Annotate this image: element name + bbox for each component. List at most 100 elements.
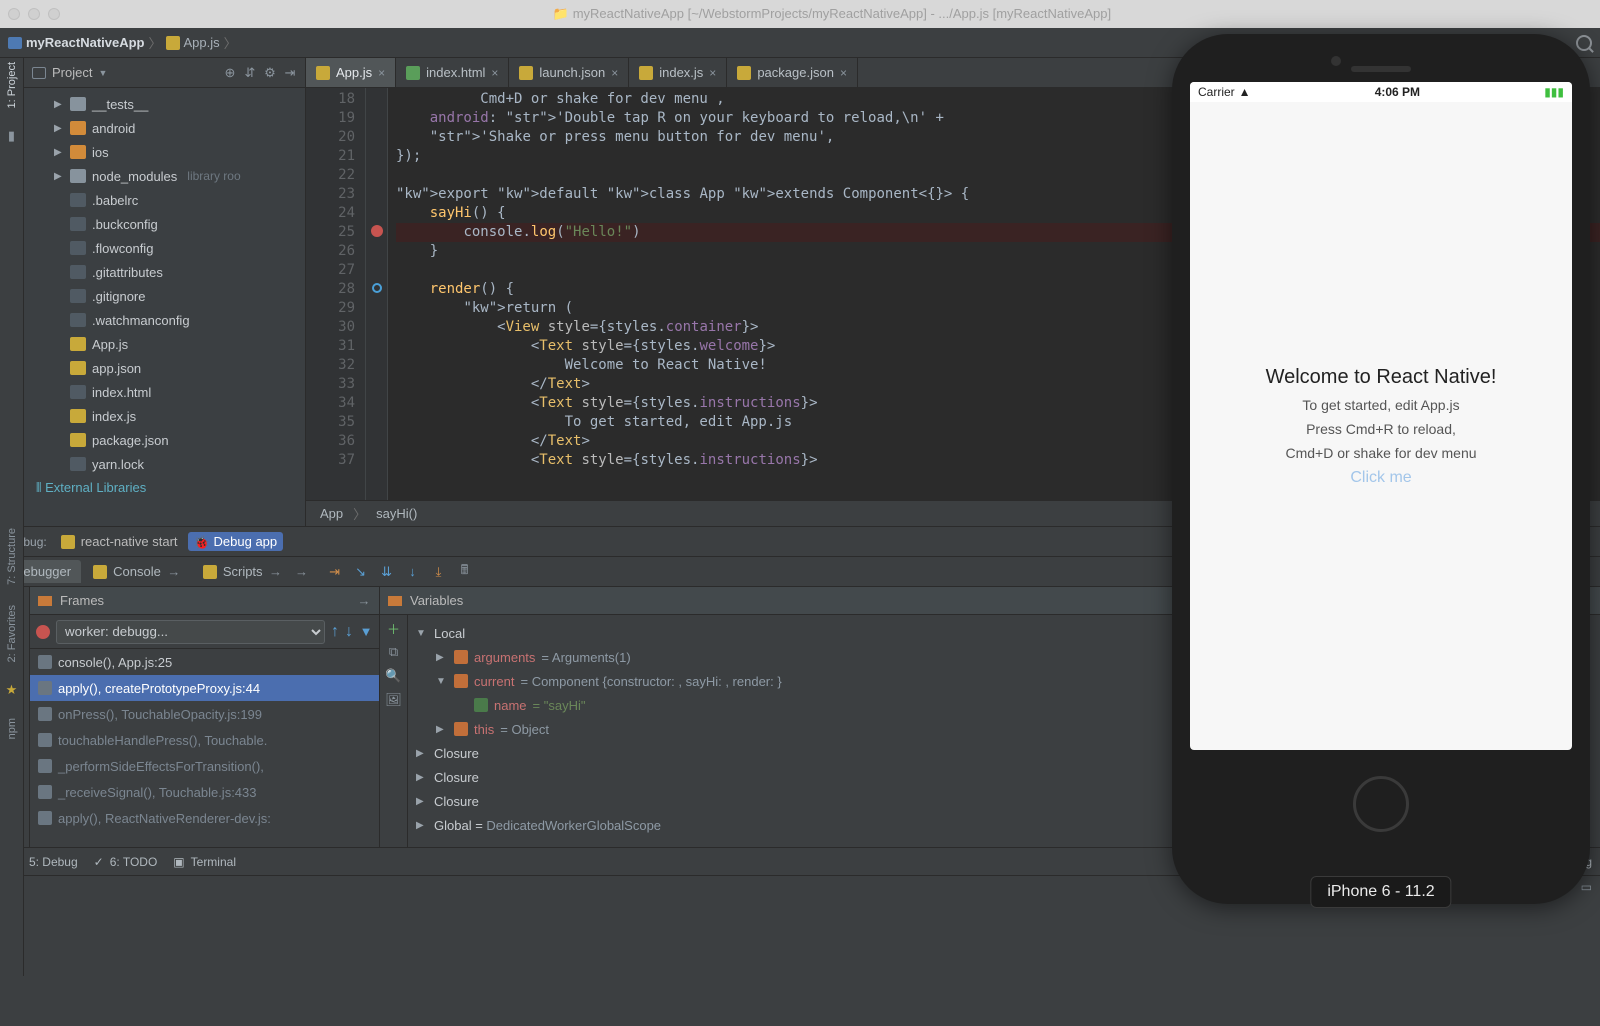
- var-name[interactable]: arguments: [474, 650, 535, 665]
- structure-tool-button[interactable]: 7: Structure: [6, 528, 18, 585]
- force-step-into-icon[interactable]: ⇊: [375, 560, 399, 584]
- editor-tab[interactable]: launch.json×: [509, 58, 629, 87]
- stack-frame[interactable]: apply(), ReactNativeRenderer-dev.js:: [30, 805, 379, 831]
- step-over-icon[interactable]: ⇥: [323, 560, 347, 584]
- external-libraries[interactable]: ⫴ External Libraries: [24, 476, 305, 500]
- tree-item[interactable]: ▶node_moduleslibrary roo: [24, 164, 305, 188]
- close-tab-icon[interactable]: ×: [709, 66, 716, 80]
- project-tree[interactable]: ▶__tests__▶android▶ios▶node_moduleslibra…: [24, 88, 305, 526]
- stack-frame[interactable]: console(), App.js:25: [30, 649, 379, 675]
- breadcrumb-project[interactable]: myReactNativeApp: [26, 35, 145, 50]
- scope-closure[interactable]: Closure: [434, 770, 479, 785]
- locate-icon[interactable]: ⊕: [223, 66, 237, 80]
- scope-closure[interactable]: Closure: [434, 746, 479, 761]
- expand-icon[interactable]: ▶: [54, 123, 64, 134]
- pin-icon[interactable]: →: [167, 565, 181, 579]
- stack-frame[interactable]: apply(), createPrototypeProxy.js:44: [30, 675, 379, 701]
- editor-tab[interactable]: index.html×: [396, 58, 509, 87]
- var-name[interactable]: current: [474, 674, 514, 689]
- favorites-tool-button[interactable]: 2: Favorites: [6, 605, 18, 662]
- stack-frame[interactable]: _performSideEffectsForTransition(),: [30, 753, 379, 779]
- stack-frame[interactable]: touchableHandlePress(), Touchable.: [30, 727, 379, 753]
- bookmark-icon[interactable]: ▮: [8, 128, 15, 144]
- minimize-window-button[interactable]: [28, 8, 40, 20]
- tree-item[interactable]: .babelrc: [24, 188, 305, 212]
- breakpoint-icon[interactable]: [371, 225, 383, 237]
- tree-item[interactable]: ▶android: [24, 116, 305, 140]
- scope-closure[interactable]: Closure: [434, 794, 479, 809]
- debug-tab[interactable]: Console →: [83, 560, 191, 583]
- screenshot-icon[interactable]: 🖼: [387, 693, 401, 707]
- tree-item[interactable]: .flowconfig: [24, 236, 305, 260]
- run-config[interactable]: react-native start: [55, 532, 184, 551]
- frames-list[interactable]: console(), App.js:25apply(), createProto…: [30, 649, 379, 847]
- tree-item[interactable]: .gitignore: [24, 284, 305, 308]
- breadcrumb-class[interactable]: App: [320, 506, 343, 521]
- override-icon[interactable]: [372, 283, 382, 293]
- project-view-label[interactable]: Project: [52, 65, 92, 80]
- add-watch-icon[interactable]: ＋: [387, 621, 401, 635]
- hide-icon[interactable]: ⇥: [283, 66, 297, 80]
- close-tab-icon[interactable]: ×: [491, 66, 498, 80]
- editor-tab[interactable]: App.js×: [306, 58, 396, 87]
- project-tool-button[interactable]: 1: Project: [6, 62, 18, 108]
- filter-icon[interactable]: ▼: [359, 625, 373, 639]
- search-icon[interactable]: [1576, 35, 1592, 51]
- home-button[interactable]: [1353, 776, 1409, 832]
- breadcrumb-method[interactable]: sayHi(): [376, 506, 417, 521]
- tree-item[interactable]: .gitattributes: [24, 260, 305, 284]
- tree-item[interactable]: index.html: [24, 380, 305, 404]
- next-frame-icon[interactable]: ↓: [345, 623, 353, 641]
- todo-tool-button[interactable]: ✓6: TODO: [94, 855, 158, 869]
- tree-item[interactable]: ▶ios: [24, 140, 305, 164]
- run-config[interactable]: 🐞Debug app: [188, 532, 284, 551]
- expand-icon[interactable]: ▶: [54, 171, 64, 182]
- scope-global[interactable]: Global = DedicatedWorkerGlobalScope: [434, 818, 661, 833]
- editor-gutter[interactable]: [366, 88, 388, 500]
- expand-icon[interactable]: ▶: [54, 147, 64, 158]
- tree-item[interactable]: yarn.lock: [24, 452, 305, 476]
- editor-tab[interactable]: index.js×: [629, 58, 727, 87]
- collapse-icon[interactable]: ⇵: [243, 66, 257, 80]
- tree-item[interactable]: ▶__tests__: [24, 92, 305, 116]
- zoom-window-button[interactable]: [48, 8, 60, 20]
- breadcrumb-file[interactable]: App.js: [184, 35, 220, 50]
- memory-indicator[interactable]: ▭: [1581, 880, 1592, 894]
- prev-frame-icon[interactable]: ↑: [331, 623, 339, 641]
- run-to-cursor-icon[interactable]: ⤓: [427, 560, 451, 584]
- pin-icon[interactable]: →: [269, 565, 283, 579]
- expand-icon[interactable]: ▶: [54, 99, 64, 110]
- evaluate-icon[interactable]: 🖩: [453, 560, 477, 584]
- thread-selector[interactable]: worker: debugg... ↑ ↓ ▼: [30, 615, 379, 649]
- tree-item[interactable]: app.json: [24, 356, 305, 380]
- var-name[interactable]: this: [474, 722, 494, 737]
- tree-item[interactable]: .buckconfig: [24, 212, 305, 236]
- close-window-button[interactable]: [8, 8, 20, 20]
- tree-item[interactable]: index.js: [24, 404, 305, 428]
- close-tab-icon[interactable]: ×: [840, 66, 847, 80]
- stack-frame[interactable]: onPress(), TouchableOpacity.js:199: [30, 701, 379, 727]
- scope-local[interactable]: Local: [434, 626, 465, 641]
- run-config-selector[interactable]: react-native start🐞Debug app: [55, 532, 283, 551]
- close-tab-icon[interactable]: ×: [378, 66, 385, 80]
- simulator-screen[interactable]: Carrier ▲ 4:06 PM ▮▮▮ Welcome to React N…: [1190, 82, 1572, 750]
- step-out-icon[interactable]: ↓: [401, 560, 425, 584]
- close-tab-icon[interactable]: ×: [611, 66, 618, 80]
- editor-tab[interactable]: package.json×: [727, 58, 858, 87]
- tree-item[interactable]: package.json: [24, 428, 305, 452]
- terminal-tool-button[interactable]: ▣Terminal: [173, 855, 236, 869]
- copy-icon[interactable]: ⧉: [387, 645, 401, 659]
- var-name[interactable]: name: [494, 698, 527, 713]
- gear-icon[interactable]: ⚙: [263, 66, 277, 80]
- npm-tool-button[interactable]: npm: [6, 718, 18, 739]
- step-into-icon[interactable]: ↘: [349, 560, 373, 584]
- breadcrumb[interactable]: myReactNativeApp 〉 App.js 〉: [8, 33, 237, 52]
- pin-icon[interactable]: →: [357, 594, 371, 608]
- stack-frame[interactable]: _receiveSignal(), Touchable.js:433: [30, 779, 379, 805]
- chevron-down-icon[interactable]: ▼: [98, 68, 107, 78]
- click-me-button[interactable]: Click me: [1350, 469, 1411, 487]
- inspect-icon[interactable]: 🔍: [387, 669, 401, 683]
- debug-tab[interactable]: Scripts →: [193, 560, 293, 583]
- pin-icon[interactable]: →: [295, 565, 309, 579]
- tree-item[interactable]: .watchmanconfig: [24, 308, 305, 332]
